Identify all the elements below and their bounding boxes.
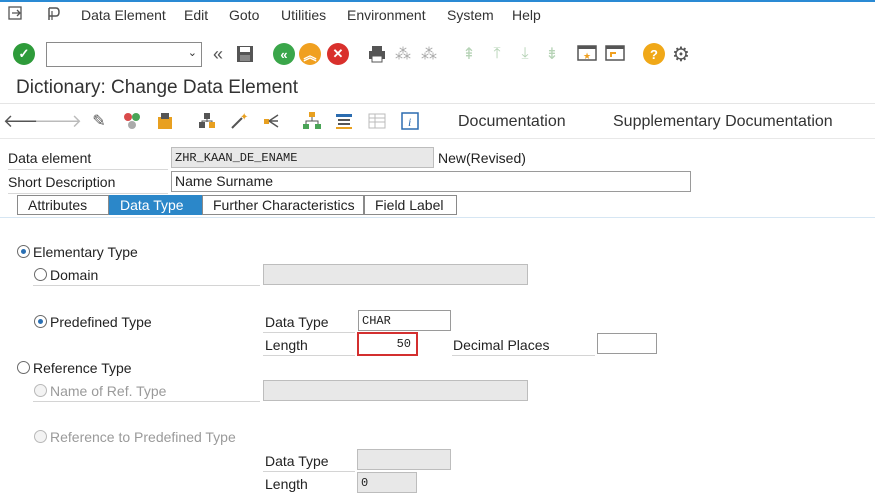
- save-icon[interactable]: [234, 43, 256, 65]
- predefined-type-radio[interactable]: [34, 315, 47, 328]
- ref-data-type-field: [357, 449, 451, 470]
- menu-environment[interactable]: Environment: [347, 7, 426, 23]
- data-element-row-line: [8, 169, 168, 170]
- tab-strip: Attributes Data Type Further Characteris…: [0, 195, 875, 217]
- navigate-icon[interactable]: [262, 111, 282, 131]
- data-element-label: Data element: [8, 150, 92, 166]
- tab-further-characteristics[interactable]: Further Characteristics: [202, 195, 364, 215]
- ref-data-type-row-line: [263, 471, 355, 472]
- help-icon[interactable]: ?: [643, 43, 665, 65]
- decimal-places-row-line: [452, 355, 595, 356]
- info-icon[interactable]: i: [400, 111, 420, 131]
- reference-type-label: Reference Type: [33, 360, 132, 376]
- domain-label: Domain: [50, 267, 99, 283]
- name-of-ref-type-label: Name of Ref. Type: [50, 383, 167, 399]
- supplementary-documentation-button[interactable]: Supplementary Documentation: [613, 113, 833, 131]
- predefined-type-label: Predefined Type: [50, 314, 152, 330]
- print-icon[interactable]: [366, 43, 388, 65]
- previous-page-icon[interactable]: ⤒: [486, 43, 508, 65]
- menu-utilities[interactable]: Utilities: [281, 7, 326, 23]
- shortcut-icon[interactable]: [604, 43, 626, 65]
- svg-text:i: i: [408, 115, 411, 129]
- find-next-icon[interactable]: ⁂: [418, 43, 440, 65]
- check-objects-icon[interactable]: [122, 111, 142, 131]
- length-field[interactable]: 50: [357, 332, 418, 356]
- menu-bar: Data Element Edit Goto Utilities Environ…: [0, 0, 875, 30]
- name-of-ref-type-row-line: [33, 401, 260, 402]
- svg-text:✦: ✦: [240, 112, 248, 123]
- elementary-type-label: Elementary Type: [33, 244, 138, 260]
- menu-edit[interactable]: Edit: [184, 7, 208, 23]
- page-title: Dictionary: Change Data Element: [16, 77, 298, 98]
- menu-help[interactable]: Help: [512, 7, 541, 23]
- reference-to-predefined-type-radio: [34, 430, 47, 443]
- short-description-field[interactable]: Name Surname: [171, 171, 691, 192]
- object-list-icon[interactable]: [334, 111, 354, 131]
- where-used-list-icon[interactable]: [197, 111, 217, 131]
- find-icon[interactable]: ⁂: [392, 43, 414, 65]
- application-toolbar: 🡐 🡒 ✎ ✦ i Documentation Supplementary Do…: [0, 105, 875, 139]
- first-page-icon[interactable]: ⇞: [458, 43, 480, 65]
- reference-type-radio[interactable]: [17, 361, 30, 374]
- short-description-label: Short Description: [8, 174, 116, 190]
- create-session-icon[interactable]: ★: [576, 43, 598, 65]
- ref-data-type-label: Data Type: [265, 453, 329, 469]
- gear-icon[interactable]: ⚙: [670, 43, 692, 66]
- name-of-ref-type-radio: [34, 384, 47, 397]
- data-type-panel: Elementary Type Domain Predefined Type D…: [0, 217, 875, 493]
- svg-text:★: ★: [583, 51, 591, 61]
- display-change-icon[interactable]: ✎: [89, 111, 109, 131]
- length-label: Length: [265, 337, 308, 353]
- documentation-button[interactable]: Documentation: [458, 113, 566, 131]
- tab-field-label[interactable]: Field Label: [364, 195, 457, 215]
- domain-field: [263, 264, 528, 285]
- data-type-label: Data Type: [265, 314, 329, 330]
- collapse-command-icon[interactable]: «: [207, 43, 229, 65]
- menu-exit-icon[interactable]: [8, 6, 24, 25]
- cancel-icon[interactable]: ✕: [327, 43, 349, 65]
- status-text: New(Revised): [438, 150, 526, 166]
- data-type-field[interactable]: CHAR: [358, 310, 451, 331]
- standard-toolbar: ✓ ⌄ « « ︽ ✕ ⁂ ⁂ ⇞ ⤒ ⤓ ⇟ ★ ? ⚙: [0, 34, 875, 74]
- command-field[interactable]: ⌄: [46, 42, 202, 67]
- data-type-row-line: [263, 332, 355, 333]
- menu-goto[interactable]: Goto: [229, 7, 259, 23]
- last-page-icon[interactable]: ⇟: [541, 43, 563, 65]
- reference-to-predefined-type-label: Reference to Predefined Type: [50, 429, 236, 445]
- chevron-down-icon[interactable]: ⌄: [188, 46, 197, 59]
- tab-data-type[interactable]: Data Type: [109, 195, 202, 215]
- short-description-row-line: [8, 193, 168, 194]
- title-bar: Dictionary: Change Data Element: [0, 75, 875, 104]
- customize-layout-icon[interactable]: [46, 6, 62, 25]
- domain-radio[interactable]: [34, 268, 47, 281]
- arrow-right-icon[interactable]: 🡒: [34, 111, 82, 131]
- tab-attributes[interactable]: Attributes: [17, 195, 109, 215]
- menu-system[interactable]: System: [447, 7, 494, 23]
- table-icon[interactable]: [367, 111, 387, 131]
- activate-icon[interactable]: [155, 111, 175, 131]
- ref-length-field: 0: [357, 472, 417, 493]
- decimal-places-field[interactable]: [597, 333, 657, 354]
- elementary-type-radio[interactable]: [17, 245, 30, 258]
- back-icon[interactable]: «: [273, 43, 295, 65]
- decimal-places-label: Decimal Places: [453, 337, 550, 353]
- exit-icon[interactable]: ︽: [299, 43, 321, 65]
- next-page-icon[interactable]: ⤓: [514, 43, 536, 65]
- menu-data-element[interactable]: Data Element: [81, 7, 166, 23]
- hierarchy-icon[interactable]: [302, 111, 322, 131]
- length-row-line: [263, 355, 355, 356]
- enter-check-icon[interactable]: ✓: [13, 43, 35, 65]
- data-element-field: ZHR_KAAN_DE_ENAME: [171, 147, 434, 168]
- domain-row-line: [33, 285, 260, 286]
- ref-length-label: Length: [265, 476, 308, 492]
- magic-wand-icon[interactable]: ✦: [229, 111, 249, 131]
- name-of-ref-type-field: [263, 380, 528, 401]
